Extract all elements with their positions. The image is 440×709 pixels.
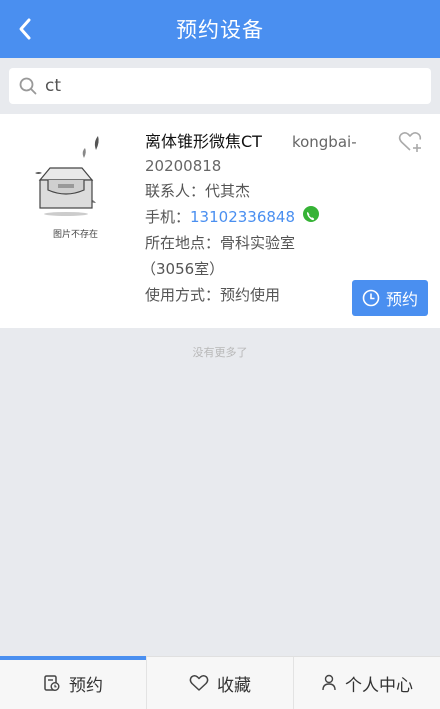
book-button-label: 预约: [385, 290, 418, 309]
empty-box-icon: [35, 136, 99, 216]
device-title-row: 离体锥形微焦CT kongbai-: [145, 130, 375, 154]
person-icon: [322, 674, 336, 691]
device-owner: kongbai-: [291, 133, 357, 151]
no-more-text: 没有更多了: [192, 346, 248, 359]
device-info: 离体锥形微焦CT kongbai- 20200818 联系人：代其杰 手机：131…: [141, 130, 375, 308]
location-value: 骨科实验室: [220, 234, 296, 252]
usage-label: 使用方式：: [145, 286, 221, 304]
phone-label: 手机：: [145, 208, 191, 226]
contact-row: 联系人：代其杰: [145, 178, 375, 204]
clock-icon: [362, 289, 380, 307]
tab-bar: 预约 收藏 个人中心: [0, 656, 440, 709]
phone-row: 手机：13102336848: [145, 204, 375, 230]
search-input[interactable]: [45, 76, 405, 96]
usage-row: 使用方式：预约使用: [145, 282, 375, 308]
device-image-placeholder: 图片不存在: [26, 128, 122, 248]
device-name: 离体锥形微焦CT: [145, 132, 262, 151]
tab-booking[interactable]: 预约: [0, 656, 147, 709]
search-icon: [19, 76, 39, 96]
search-box: [9, 68, 431, 104]
app: 预约设备 ct 图片不存在 离体锥形微焦CT kongbai- 20200818…: [0, 0, 440, 709]
location-room: （3056室）: [141, 260, 225, 278]
header: 预约设备: [0, 0, 440, 58]
contact-value: 代其杰: [205, 182, 251, 200]
usage-value: 预约使用: [220, 286, 281, 304]
favorite-button[interactable]: [398, 130, 424, 154]
page-title: 预约设备: [176, 18, 264, 42]
location-label: 所在地点：: [145, 234, 221, 252]
image-missing-caption: 图片不存在: [52, 230, 98, 240]
chevron-left-icon: [19, 18, 31, 40]
contact-label: 联系人：: [145, 182, 206, 200]
tab-profile-label: 个人中心: [345, 675, 413, 696]
tab-favorites-label: 收藏: [217, 675, 251, 696]
heart-icon: [189, 675, 209, 691]
search-bar: [0, 58, 440, 113]
tab-favorites[interactable]: 收藏: [147, 657, 294, 709]
location-row: 所在地点：骨科实验室: [145, 230, 375, 256]
book-button[interactable]: 预约: [352, 280, 428, 316]
tab-profile[interactable]: 个人中心: [294, 657, 440, 709]
tab-booking-label: 预约: [69, 675, 103, 696]
calendar-icon: [44, 675, 60, 691]
heart-add-icon: [398, 132, 422, 152]
back-button[interactable]: [10, 14, 40, 44]
phone-icon[interactable]: [303, 206, 319, 222]
device-date: 20200818: [145, 157, 222, 175]
phone-link[interactable]: 13102336848: [190, 208, 295, 226]
